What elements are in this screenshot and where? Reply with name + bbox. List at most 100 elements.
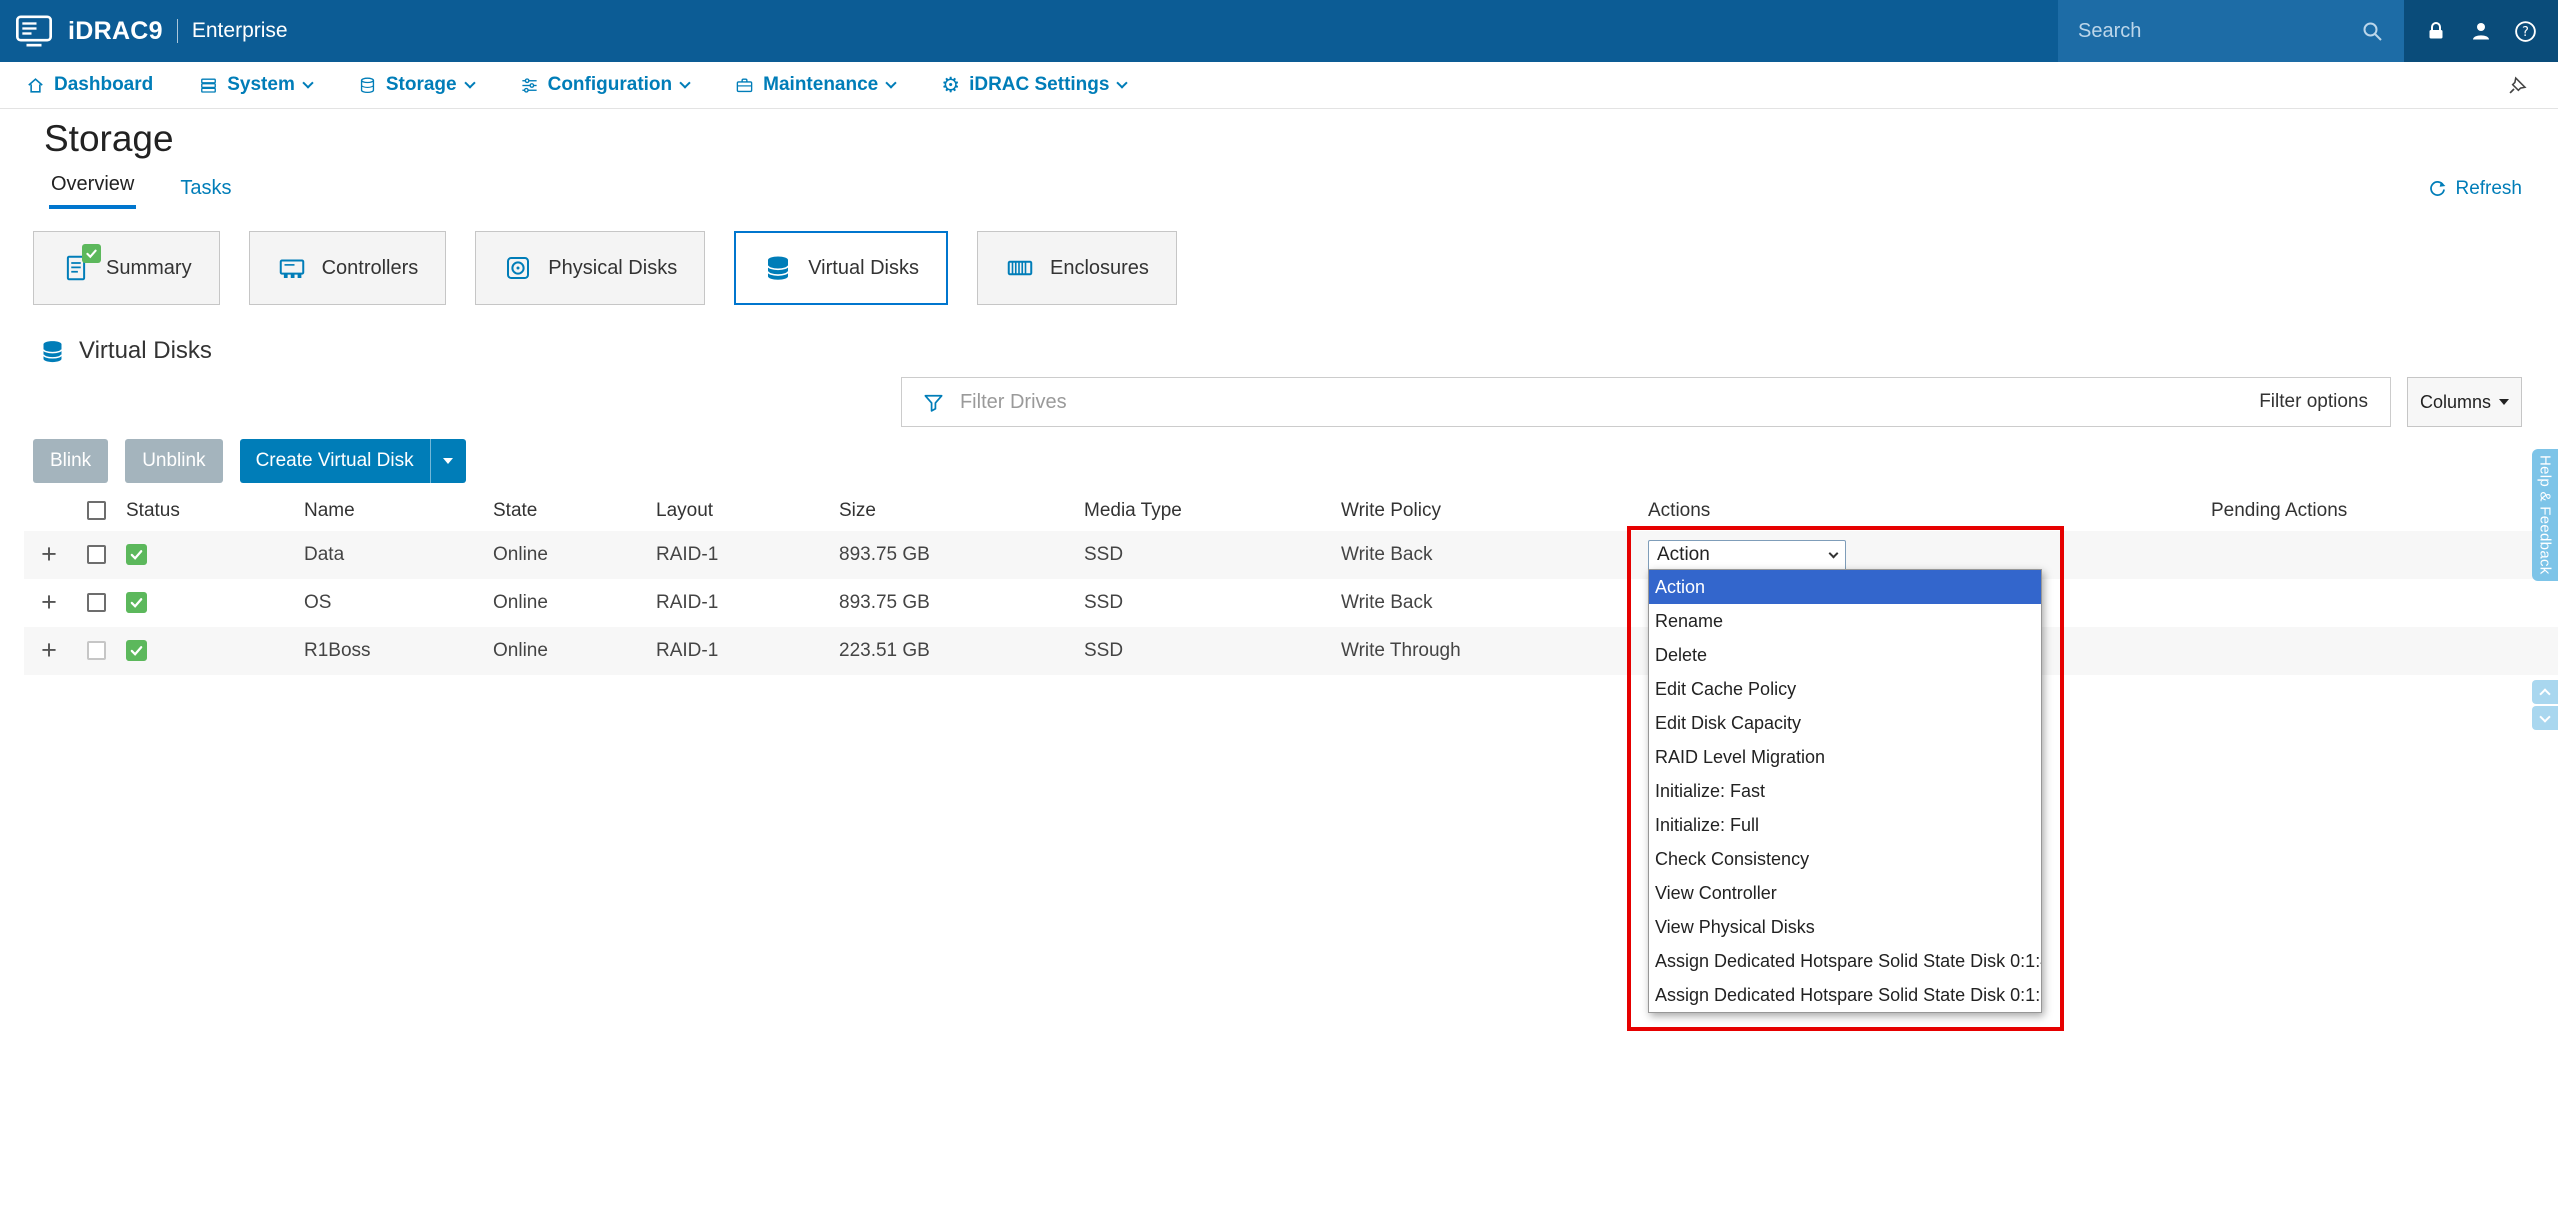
tab-overview[interactable]: Overview bbox=[49, 173, 136, 209]
cell-size: 893.75 GB bbox=[839, 592, 930, 613]
cell-write-policy: Write Back bbox=[1341, 592, 1433, 613]
cell-size: 893.75 GB bbox=[839, 544, 930, 565]
header-name: Name bbox=[296, 491, 485, 531]
table-row: + R1Boss Online RAID-1 223.51 GB SSD Wri… bbox=[24, 627, 2558, 675]
status-ok-icon bbox=[126, 544, 147, 565]
card-label: Controllers bbox=[322, 257, 419, 280]
actions-select[interactable]: Action bbox=[1648, 540, 1846, 571]
cell-write-policy: Write Through bbox=[1341, 640, 1461, 661]
scroll-up-button[interactable] bbox=[2532, 680, 2558, 704]
card-virtual-disks[interactable]: Virtual Disks bbox=[734, 231, 948, 305]
refresh-label: Refresh bbox=[2455, 178, 2522, 200]
actions-select-value: Action bbox=[1657, 544, 1710, 566]
nav-item-storage[interactable]: Storage bbox=[358, 74, 474, 96]
search-icon[interactable] bbox=[2360, 19, 2384, 43]
card-label: Enclosures bbox=[1050, 257, 1149, 280]
select-all-checkbox[interactable] bbox=[87, 501, 106, 520]
help-feedback-tab[interactable]: Help & Feedback bbox=[2532, 449, 2558, 581]
lock-button[interactable] bbox=[2424, 19, 2448, 43]
refresh-button[interactable]: Refresh bbox=[2428, 178, 2522, 209]
cell-state: Online bbox=[493, 640, 548, 661]
cell-name: R1Boss bbox=[304, 640, 371, 661]
create-virtual-disk-split[interactable] bbox=[430, 439, 466, 483]
table-row: + Data Online RAID-1 893.75 GB SSD Write… bbox=[24, 531, 2558, 579]
card-physical-disks[interactable]: Physical Disks bbox=[475, 231, 705, 305]
row-checkbox[interactable] bbox=[87, 545, 106, 564]
user-button[interactable] bbox=[2469, 19, 2493, 43]
help-button[interactable]: ? bbox=[2513, 19, 2538, 44]
pin-button[interactable] bbox=[2507, 75, 2528, 96]
card-label: Physical Disks bbox=[548, 257, 677, 280]
filter-drives-input[interactable] bbox=[960, 391, 2259, 414]
cell-media-type: SSD bbox=[1084, 544, 1123, 565]
action-menu-item[interactable]: Initialize: Full bbox=[1649, 808, 2041, 842]
actions-dropdown-menu: Action Rename Delete Edit Cache Policy E… bbox=[1648, 569, 2042, 1013]
columns-dropdown-button[interactable]: Columns bbox=[2407, 377, 2522, 427]
scroll-down-button[interactable] bbox=[2532, 706, 2558, 730]
nav-item-maintenance[interactable]: Maintenance bbox=[735, 74, 895, 96]
unblink-button[interactable]: Unblink bbox=[125, 439, 222, 483]
chevron-down-icon bbox=[2539, 711, 2550, 722]
vd-toolbar: Blink Unblink Create Virtual Disk bbox=[33, 439, 2558, 483]
expand-row-button[interactable]: + bbox=[41, 541, 57, 568]
brand-name: iDRAC9 bbox=[68, 17, 163, 46]
action-menu-item[interactable]: Action bbox=[1649, 570, 2041, 604]
chevron-down-icon bbox=[302, 77, 313, 88]
filter-options-link[interactable]: Filter options bbox=[2259, 391, 2368, 413]
filter-drives-box[interactable]: Filter options bbox=[901, 377, 2391, 427]
card-label: Summary bbox=[106, 257, 192, 280]
action-menu-item[interactable]: Edit Disk Capacity bbox=[1649, 706, 2041, 740]
nav-label: Dashboard bbox=[54, 74, 153, 96]
main-nav: Dashboard System Storage Configuration bbox=[0, 62, 2558, 109]
action-menu-item[interactable]: Rename bbox=[1649, 604, 2041, 638]
card-enclosures[interactable]: Enclosures bbox=[977, 231, 1177, 305]
cell-name: OS bbox=[304, 592, 331, 613]
status-ok-icon bbox=[126, 592, 147, 613]
refresh-icon bbox=[2428, 180, 2447, 199]
cell-write-policy: Write Back bbox=[1341, 544, 1433, 565]
action-menu-item[interactable]: RAID Level Migration bbox=[1649, 740, 2041, 774]
expand-row-button[interactable]: + bbox=[41, 637, 57, 664]
storage-icon bbox=[358, 76, 377, 95]
nav-label: Storage bbox=[386, 74, 457, 96]
blink-button[interactable]: Blink bbox=[33, 439, 108, 483]
action-menu-item[interactable]: Edit Cache Policy bbox=[1649, 672, 2041, 706]
pin-icon bbox=[2507, 75, 2528, 96]
action-menu-item[interactable]: Initialize: Fast bbox=[1649, 774, 2041, 808]
action-menu-item[interactable]: View Physical Disks bbox=[1649, 910, 2041, 944]
virtual-disks-icon bbox=[39, 338, 66, 365]
search-input[interactable] bbox=[2078, 20, 2328, 43]
brand: iDRAC9 Enterprise bbox=[0, 11, 288, 51]
columns-label: Columns bbox=[2420, 392, 2491, 413]
section-title: Virtual Disks bbox=[79, 337, 212, 365]
action-menu-item[interactable]: Delete bbox=[1649, 638, 2041, 672]
svg-text:?: ? bbox=[2522, 24, 2529, 39]
nav-item-configuration[interactable]: Configuration bbox=[520, 74, 690, 96]
cell-layout: RAID-1 bbox=[656, 544, 718, 565]
chevron-down-icon bbox=[464, 77, 475, 88]
action-menu-item[interactable]: Check Consistency bbox=[1649, 842, 2041, 876]
topbar: iDRAC9 Enterprise bbox=[0, 0, 2558, 62]
gear-icon: ⚙ bbox=[941, 75, 960, 96]
nav-item-system[interactable]: System bbox=[199, 74, 312, 96]
caret-down-icon bbox=[443, 458, 453, 464]
card-summary[interactable]: Summary bbox=[33, 231, 220, 305]
nav-item-dashboard[interactable]: Dashboard bbox=[26, 74, 153, 96]
cell-media-type: SSD bbox=[1084, 592, 1123, 613]
nav-item-idrac-settings[interactable]: ⚙ iDRAC Settings bbox=[941, 74, 1126, 96]
action-menu-item[interactable]: Assign Dedicated Hotspare Solid State Di… bbox=[1649, 944, 2041, 978]
help-icon: ? bbox=[2513, 19, 2538, 44]
chevron-up-icon bbox=[2539, 688, 2550, 699]
row-checkbox[interactable] bbox=[87, 593, 106, 612]
virtual-disks-icon bbox=[763, 253, 793, 283]
expand-row-button[interactable]: + bbox=[41, 589, 57, 616]
create-virtual-disk-button[interactable]: Create Virtual Disk bbox=[240, 439, 466, 483]
card-controllers[interactable]: Controllers bbox=[249, 231, 447, 305]
search-box[interactable] bbox=[2058, 0, 2404, 62]
enclosures-icon bbox=[1005, 253, 1035, 283]
action-menu-item[interactable]: View Controller bbox=[1649, 876, 2041, 910]
header-expand bbox=[24, 491, 74, 531]
action-menu-item[interactable]: Assign Dedicated Hotspare Solid State Di… bbox=[1649, 978, 2041, 1012]
tab-tasks[interactable]: Tasks bbox=[178, 177, 233, 209]
header-layout: Layout bbox=[648, 491, 831, 531]
